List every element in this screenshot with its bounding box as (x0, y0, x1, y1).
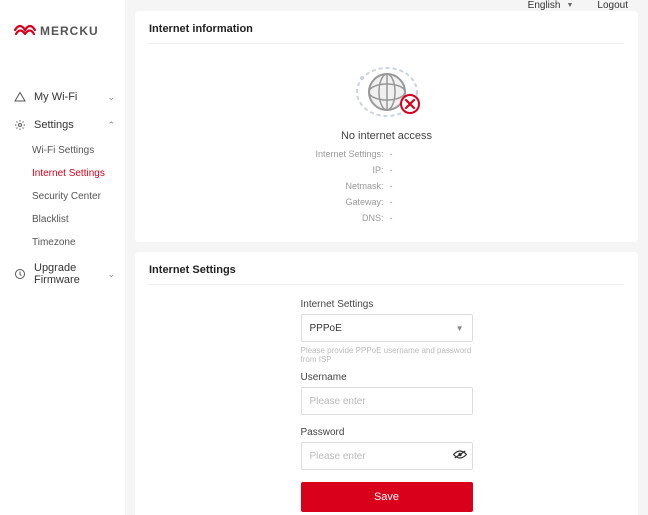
sidebar: MERCKU My Wi-Fi ⌄ Settings (0, 0, 125, 515)
toggle-password-visibility-icon[interactable] (453, 450, 467, 463)
nav-label: Upgrade Firmware (34, 262, 107, 286)
password-input[interactable] (301, 442, 473, 470)
brand-name: MERCKU (40, 24, 99, 38)
info-row-ip: IP:- (149, 162, 624, 178)
nav-label: My Wi-Fi (34, 91, 77, 103)
sidebar-item-wifi-settings[interactable]: Wi-Fi Settings (0, 139, 125, 162)
nav-item-upgrade-firmware[interactable]: Upgrade Firmware ⌄ (0, 254, 125, 294)
info-row-settings: Internet Settings:- (149, 146, 624, 162)
top-bar: English ▼ Logout (135, 0, 638, 11)
chevron-down-icon: ⌄ (107, 269, 115, 280)
chevron-up-icon: ⌃ (107, 120, 115, 131)
chevron-down-icon: ⌄ (107, 92, 115, 103)
gear-icon (14, 119, 26, 131)
nav-item-settings[interactable]: Settings ⌃ (0, 111, 125, 139)
brand-logo: MERCKU (0, 15, 125, 58)
internet-information-card: Internet information (135, 11, 638, 242)
update-icon (14, 268, 26, 280)
username-input[interactable] (301, 387, 473, 415)
info-row-gateway: Gateway:- (149, 194, 624, 210)
password-label: Password (301, 427, 473, 438)
mode-label: Internet Settings (301, 299, 473, 310)
error-badge-icon (399, 93, 421, 120)
pppoe-hint: Please provide PPPoE username and passwo… (301, 346, 473, 364)
side-nav: My Wi-Fi ⌄ Settings ⌃ Wi-Fi Settings Int… (0, 58, 125, 294)
language-label: English (528, 0, 561, 11)
sidebar-item-timezone[interactable]: Timezone (0, 231, 125, 254)
internet-status-text: No internet access (341, 130, 432, 142)
main-content: English ▼ Logout Internet information (125, 0, 648, 515)
sidebar-item-security-center[interactable]: Security Center (0, 185, 125, 208)
internet-settings-card: Internet Settings Internet Settings PPPo… (135, 252, 638, 515)
no-internet-illustration (347, 58, 427, 128)
wifi-icon (14, 91, 26, 103)
brand-mark-icon (14, 21, 36, 40)
info-row-netmask: Netmask:- (149, 178, 624, 194)
caret-down-icon: ▼ (456, 324, 464, 333)
language-selector[interactable]: English ▼ (528, 0, 574, 11)
select-value: PPPoE (310, 323, 342, 334)
username-label: Username (301, 372, 473, 383)
sidebar-item-internet-settings[interactable]: Internet Settings (0, 162, 125, 185)
internet-mode-select[interactable]: PPPoE ▼ (301, 314, 473, 342)
caret-down-icon: ▼ (566, 2, 573, 9)
logout-link[interactable]: Logout (597, 0, 628, 11)
settings-form: Internet Settings PPPoE ▼ Please provide… (301, 299, 473, 512)
card-title: Internet Settings (149, 264, 624, 285)
sidebar-item-blacklist[interactable]: Blacklist (0, 208, 125, 231)
nav-item-my-wifi[interactable]: My Wi-Fi ⌄ (0, 83, 125, 111)
save-button[interactable]: Save (301, 482, 473, 512)
info-row-dns: DNS:- (149, 210, 624, 226)
nav-label: Settings (34, 119, 74, 131)
card-title: Internet information (149, 23, 624, 44)
